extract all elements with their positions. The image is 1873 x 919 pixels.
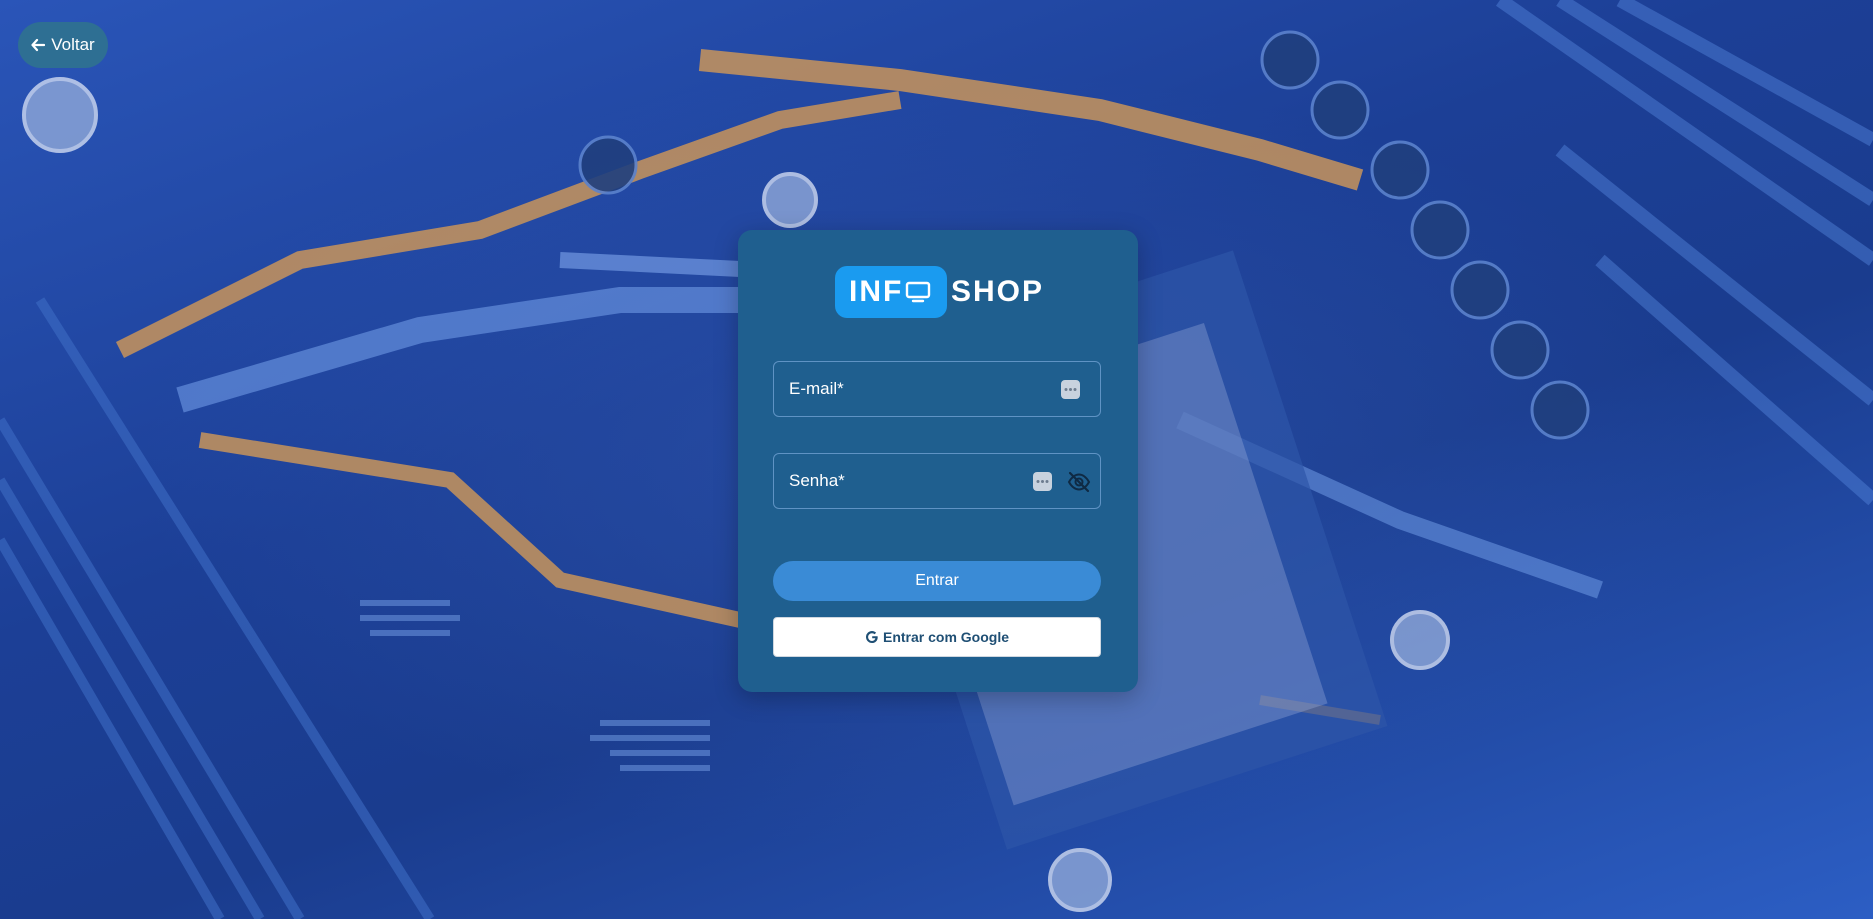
arrow-left-icon xyxy=(31,38,46,52)
logo-text-part2: SHOP xyxy=(951,275,1045,308)
password-manager-icon[interactable] xyxy=(1033,472,1052,491)
logo-box: INF xyxy=(835,266,947,318)
monitor-icon xyxy=(906,281,931,303)
back-button-label: Voltar xyxy=(51,35,95,54)
infoshop-logo: INF SHOP xyxy=(835,266,1044,318)
logo-text-part1: INF xyxy=(849,275,904,308)
eye-slash-icon[interactable] xyxy=(1067,471,1091,493)
google-login-label: Entrar com Google xyxy=(882,629,1010,645)
login-button[interactable]: Entrar xyxy=(773,561,1101,601)
email-input[interactable] xyxy=(774,362,1100,416)
back-button[interactable]: Voltar xyxy=(18,22,108,68)
password-manager-icon[interactable] xyxy=(1061,380,1080,399)
google-icon xyxy=(865,631,878,643)
password-field xyxy=(773,453,1101,509)
email-field xyxy=(773,361,1101,417)
login-card: INF SHOP Entrar Entrar com Google xyxy=(738,230,1138,692)
google-login-button[interactable]: Entrar com Google xyxy=(773,617,1101,657)
